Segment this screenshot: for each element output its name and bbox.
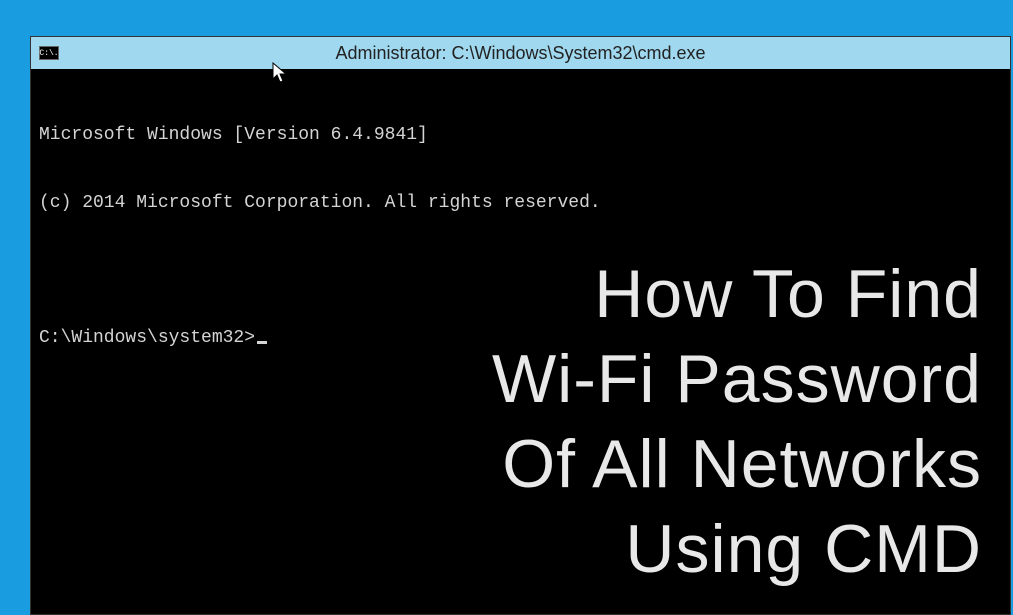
window-titlebar[interactable]: C:\. Administrator: C:\Windows\System32\… xyxy=(31,37,1010,69)
overlay-line: Using CMD xyxy=(492,507,982,592)
overlay-line: Of All Networks xyxy=(492,422,982,507)
terminal-line: Microsoft Windows [Version 6.4.9841] xyxy=(39,124,1002,147)
overlay-line: Wi-Fi Password xyxy=(492,337,982,422)
terminal-prompt: C:\Windows\system32> xyxy=(39,327,255,350)
cmd-icon[interactable]: C:\. xyxy=(39,46,59,60)
overlay-line: How To Find xyxy=(492,252,982,337)
window-title: Administrator: C:\Windows\System32\cmd.e… xyxy=(335,43,705,64)
cmd-window: C:\. Administrator: C:\Windows\System32\… xyxy=(30,36,1011,615)
overlay-caption: How To Find Wi-Fi Password Of All Networ… xyxy=(492,252,982,592)
terminal-cursor xyxy=(257,341,267,344)
terminal-line: (c) 2014 Microsoft Corporation. All righ… xyxy=(39,192,1002,215)
